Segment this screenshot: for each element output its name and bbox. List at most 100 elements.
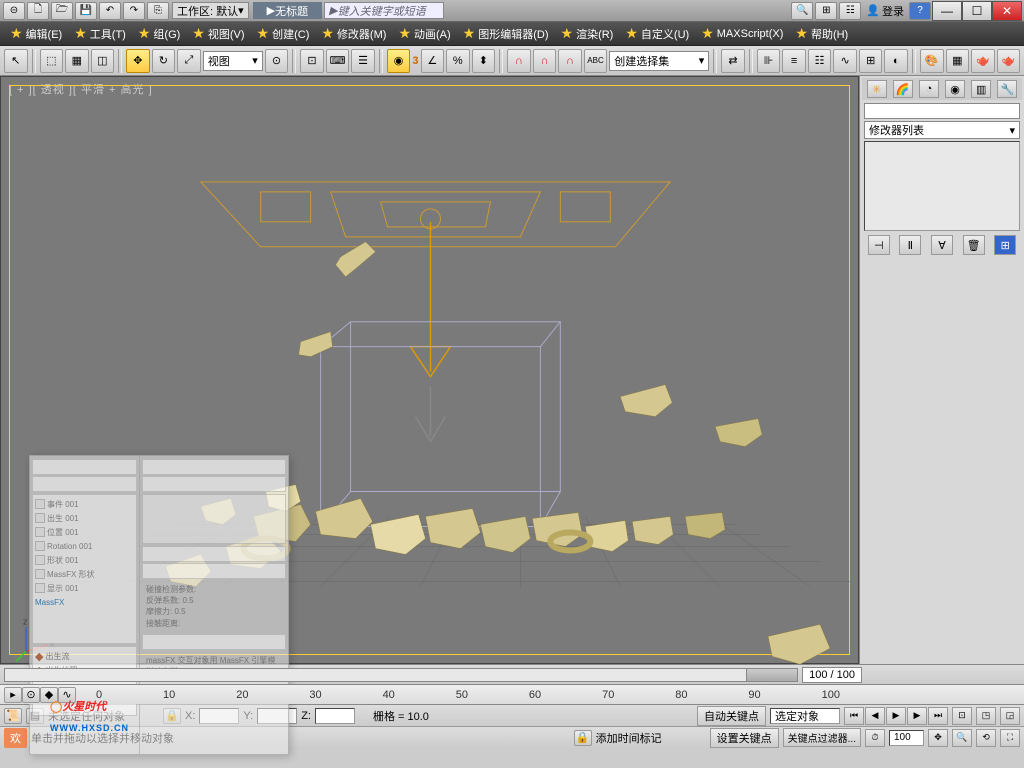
open-icon[interactable]: 🗁 <box>51 2 73 20</box>
undo-icon[interactable]: ↶ <box>99 2 121 20</box>
nav-pan-icon[interactable]: ✥ <box>928 729 948 747</box>
viewport[interactable]: [ + ][ 透视 ][ 平滑 + 高光 ] <box>0 76 859 664</box>
time-tag-icon[interactable]: 🔒 <box>574 730 592 746</box>
show-result-icon[interactable]: Ⅱ <box>899 235 921 255</box>
trackbar[interactable]: ▸ ⊙ ◆ ∿ 0102030405060708090100 <box>0 684 1024 704</box>
selset-dropdown[interactable]: 创建选择集▾ <box>609 51 709 71</box>
script-mini-icon[interactable]: 📜 <box>4 708 22 724</box>
modifier-list-dropdown[interactable]: 修改器列表▾ <box>864 121 1020 139</box>
play-icon[interactable]: ▶ <box>886 707 906 725</box>
pin-stack-icon[interactable]: ⊣ <box>868 235 890 255</box>
menu-grapheditors[interactable]: ★图形编辑器(D) <box>457 23 555 45</box>
tab-modify-icon[interactable]: 🌈 <box>893 80 913 98</box>
render-prod-icon[interactable]: 🫖 <box>997 49 1021 73</box>
goto-start-icon[interactable]: ⏮ <box>844 707 864 725</box>
unique-icon[interactable]: ∀ <box>931 235 953 255</box>
render-icon[interactable]: 🫖 <box>971 49 995 73</box>
magnet3-icon[interactable]: ∩ <box>558 49 582 73</box>
time-scrollbar[interactable] <box>4 668 798 682</box>
keyfilter-button[interactable]: 关键点过滤器... <box>783 728 861 747</box>
link-icon[interactable]: ⎘ <box>147 2 169 20</box>
render-frame-icon[interactable]: ▦ <box>946 49 970 73</box>
minimize-button[interactable]: — <box>932 1 962 21</box>
keymode-dropdown[interactable]: 选定对象 <box>770 708 840 724</box>
mirror-icon[interactable]: ⇄ <box>721 49 745 73</box>
tab-create-icon[interactable]: ✳ <box>867 80 887 98</box>
toolbox-icon[interactable]: ⊞ <box>815 2 837 20</box>
layers-icon[interactable]: ≡ <box>782 49 806 73</box>
z-field[interactable] <box>315 708 355 724</box>
menu-create[interactable]: ★创建(C) <box>251 23 316 45</box>
app-icon[interactable]: ⊝ <box>3 2 25 20</box>
tab-motion-icon[interactable]: ◉ <box>945 80 965 98</box>
menu-tools[interactable]: ★工具(T) <box>68 23 132 45</box>
scene-explorer-icon[interactable]: ☷ <box>808 49 832 73</box>
workspace-selector[interactable]: 工作区: 默认 ▾ <box>172 2 249 19</box>
help-icon[interactable]: ? <box>909 2 931 20</box>
new-icon[interactable]: 🗋 <box>27 2 49 20</box>
curve-editor-icon[interactable]: ∿ <box>833 49 857 73</box>
nav-zoom-icon[interactable]: 🔍 <box>952 729 972 747</box>
prev-frame-icon[interactable]: ◀ <box>865 707 885 725</box>
trackbar-filter-icon[interactable]: ⊙ <box>22 687 40 703</box>
goto-end-icon[interactable]: ⏭ <box>928 707 948 725</box>
next-frame-icon[interactable]: ▶ <box>907 707 927 725</box>
menu-render[interactable]: ★渲染(R) <box>555 23 620 45</box>
magnet2-icon[interactable]: ∩ <box>533 49 557 73</box>
magnet-icon[interactable]: ∩ <box>507 49 531 73</box>
tab-utilities-icon[interactable]: 🔧 <box>997 80 1017 98</box>
xview-icon[interactable]: ◳ <box>976 707 996 725</box>
abc-icon[interactable]: ABC <box>584 49 608 73</box>
select-manip-icon[interactable]: ⊡ <box>300 49 324 73</box>
select-icon[interactable]: ↖ <box>4 49 28 73</box>
trackbar-menu-icon[interactable]: ▸ <box>4 687 22 703</box>
autokey-button[interactable]: 自动关键点 <box>697 706 766 726</box>
isolate-icon[interactable]: ⊡ <box>952 707 972 725</box>
named-icon[interactable]: ☰ <box>351 49 375 73</box>
close-button[interactable]: ✕ <box>992 1 1022 21</box>
tab-hierarchy-icon[interactable]: ◔ <box>919 80 939 98</box>
object-name-field[interactable] <box>864 103 1020 119</box>
search-input[interactable]: ▶ 键入关键字或短语 <box>324 2 444 19</box>
refcoord-dropdown[interactable]: 视图▾ <box>203 51 263 71</box>
move-icon[interactable]: ✥ <box>126 49 150 73</box>
nav-orbit-icon[interactable]: ⟲ <box>976 729 996 747</box>
binoculars-icon[interactable]: 🔍 <box>791 2 813 20</box>
remove-mod-icon[interactable]: 🗑 <box>963 235 985 255</box>
select-region-icon[interactable]: ◫ <box>91 49 115 73</box>
timeconfig-icon[interactable]: ⏱ <box>865 729 885 747</box>
percent-snap-icon[interactable]: % <box>446 49 470 73</box>
nav-max-icon[interactable]: ⛶ <box>1000 729 1020 747</box>
angle-snap-icon[interactable]: ∠ <box>421 49 445 73</box>
scale-icon[interactable]: ⤢ <box>177 49 201 73</box>
snap-toggle-icon[interactable]: ◉ <box>387 49 411 73</box>
menu-help[interactable]: ★帮助(H) <box>789 23 854 45</box>
save-icon[interactable]: 💾 <box>75 2 97 20</box>
menu-customize[interactable]: ★自定义(U) <box>619 23 695 45</box>
modifier-stack[interactable] <box>864 141 1020 231</box>
pivot-icon[interactable]: ⊙ <box>265 49 289 73</box>
select-rect-icon[interactable]: ⬚ <box>40 49 64 73</box>
script-icon[interactable]: ☷ <box>839 2 861 20</box>
setkey-button[interactable]: 设置关键点 <box>710 728 779 748</box>
material-icon[interactable]: ◐ <box>884 49 908 73</box>
redo-icon[interactable]: ↷ <box>123 2 145 20</box>
align-icon[interactable]: ⊪ <box>757 49 781 73</box>
configure-icon[interactable]: ⊞ <box>994 235 1016 255</box>
maximize-button[interactable]: ☐ <box>962 1 992 21</box>
current-frame-field[interactable]: 100 <box>889 730 924 746</box>
menu-animation[interactable]: ★动画(A) <box>392 23 456 45</box>
tab-display-icon[interactable]: ▥ <box>971 80 991 98</box>
menu-maxscript[interactable]: ★MAXScript(X) <box>695 23 789 45</box>
login-button[interactable]: 👤 登录 <box>866 3 904 19</box>
schematic-icon[interactable]: ⊞ <box>859 49 883 73</box>
keyboard-icon[interactable]: ⌨ <box>326 49 350 73</box>
render-setup-icon[interactable]: 🎨 <box>920 49 944 73</box>
addtime-label[interactable]: 添加时间标记 <box>596 730 662 746</box>
rotate-icon[interactable]: ↻ <box>152 49 176 73</box>
xview2-icon[interactable]: ◲ <box>1000 707 1020 725</box>
menu-view[interactable]: ★视图(V) <box>186 23 250 45</box>
menu-modifiers[interactable]: ★修改器(M) <box>315 23 392 45</box>
spinner-snap-icon[interactable]: ⬍ <box>472 49 496 73</box>
menu-edit[interactable]: ★编辑(E) <box>4 23 68 45</box>
